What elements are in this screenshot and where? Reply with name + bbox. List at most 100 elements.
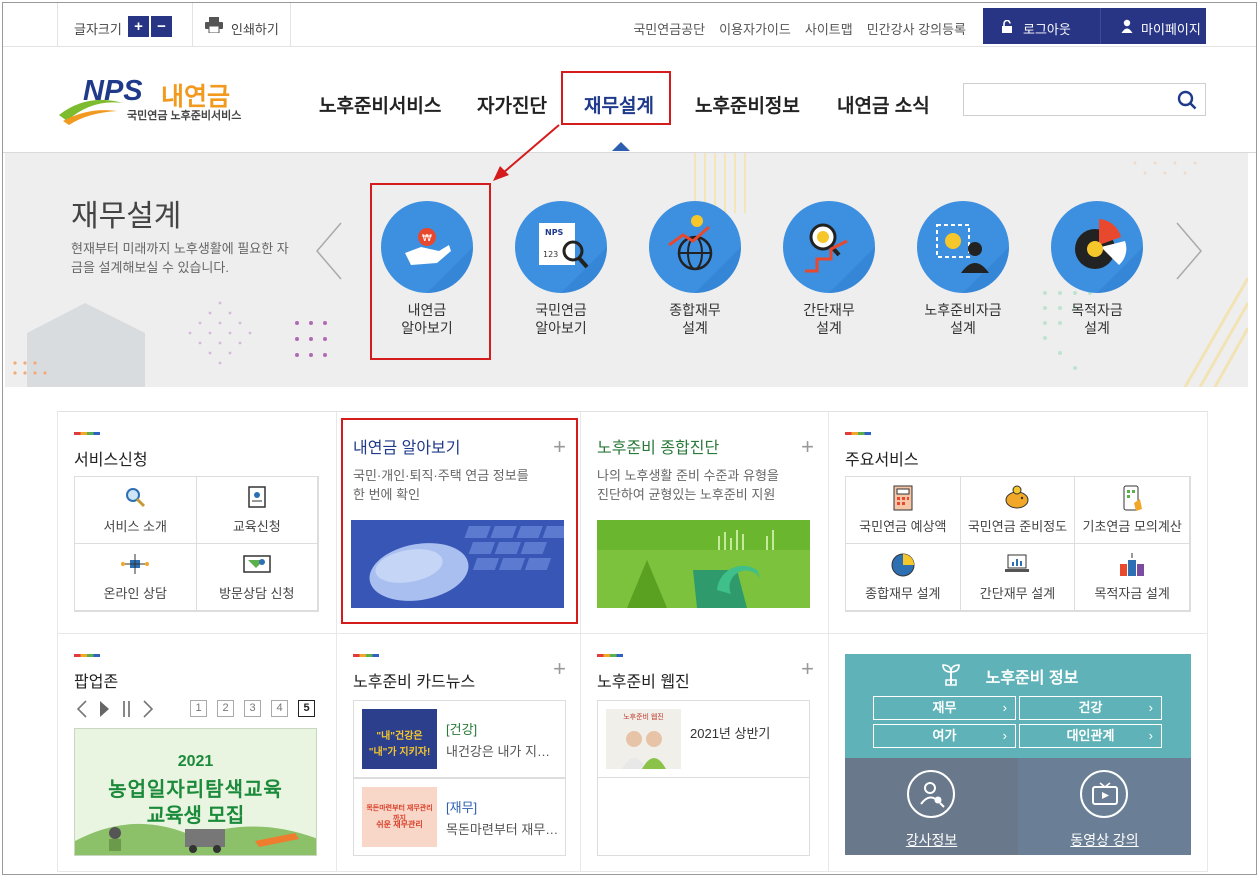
- font-increase-button[interactable]: +: [128, 16, 149, 37]
- pie-coin-icon: [1051, 201, 1143, 293]
- svc-national-pension[interactable]: NPS 123 국민연금 알아보기: [515, 201, 607, 337]
- plus-icon[interactable]: +: [553, 656, 566, 682]
- svc-purpose-fund-planning[interactable]: 목적자금 설계: [1051, 201, 1143, 337]
- svc-simple-planning[interactable]: 간단재무 설계: [783, 201, 875, 337]
- popup-banner[interactable]: 2021 농업일자리탐색교육 교육생 모집: [74, 728, 317, 856]
- nav-self-diagnosis[interactable]: 자가진단: [477, 91, 547, 118]
- instructor-info-button[interactable]: 강사정보: [845, 758, 1018, 855]
- popup-page-1[interactable]: 1: [190, 700, 207, 717]
- highlight-box-nav: [561, 71, 671, 125]
- popup-page-4[interactable]: 4: [271, 700, 288, 717]
- popup-banner-line2: 교육생 모집: [146, 805, 245, 827]
- network-icon: [121, 554, 150, 574]
- magnifier-chart-icon: [783, 201, 875, 293]
- cardnews-item[interactable]: "내"건강은 "내"가 지키자! [건강] 내건강은 내가 지…: [353, 700, 566, 778]
- webzine-empty-slot: [597, 778, 810, 856]
- pie-chart-icon: [891, 553, 915, 577]
- nps-magnifier-icon: NPS 123: [515, 201, 607, 293]
- svc-label-line2: 설계: [950, 320, 976, 336]
- plus-icon[interactable]: +: [801, 656, 814, 682]
- info-health-button[interactable]: 건강 ›: [1019, 696, 1162, 720]
- person-search-icon: [920, 782, 945, 808]
- webzine-text: 2021년 상반기: [690, 726, 771, 741]
- color-bar: [597, 654, 623, 657]
- card-title: 노후준비 종합진단: [597, 440, 720, 457]
- nav-news[interactable]: 내연금 소식: [837, 91, 930, 118]
- info-relations-button[interactable]: 대인관계 ›: [1019, 724, 1162, 748]
- plus-icon[interactable]: +: [801, 434, 814, 460]
- chevron-left-icon[interactable]: [313, 221, 345, 281]
- simple-planning-button[interactable]: 간단재무 설계: [960, 544, 1076, 611]
- font-size-label: 글자크기: [74, 22, 122, 37]
- svg-text:NPS: NPS: [545, 228, 564, 237]
- search-input[interactable]: [963, 83, 1206, 116]
- font-decrease-button[interactable]: −: [151, 16, 172, 37]
- logo-subtitle: 국민연금 노후준비서비스: [127, 110, 242, 122]
- phone-calc-icon: [1123, 485, 1143, 511]
- prev-icon[interactable]: [76, 700, 88, 718]
- popup-page-5[interactable]: 5: [298, 700, 315, 717]
- main-services-section: 주요서비스 국민연금 예상액 국민연금 준비정도 기초연금 모의계산 종합재무 …: [829, 412, 1208, 634]
- link-nps[interactable]: 국민연금공단: [633, 19, 705, 38]
- svc-retirement-fund-planning[interactable]: 노후준비자금 설계: [917, 201, 1009, 337]
- cardnews-category: [재무]: [446, 800, 478, 815]
- svc-label-line1: 종합재무: [669, 302, 721, 318]
- comprehensive-planning-button[interactable]: 종합재무 설계: [846, 544, 961, 611]
- piggy-bank-icon: [1005, 485, 1029, 509]
- print-button[interactable]: 인쇄하기: [192, 3, 292, 47]
- globe-chart-icon: [649, 201, 741, 293]
- section-title: 팝업존: [74, 674, 119, 691]
- service-intro-button[interactable]: 서비스 소개: [75, 477, 197, 544]
- next-icon[interactable]: [142, 700, 154, 718]
- pension-readiness-button[interactable]: 국민연금 준비정도: [960, 477, 1076, 544]
- info-leisure-button[interactable]: 여가 ›: [873, 724, 1016, 748]
- main-services-grid: 국민연금 예상액 국민연금 준비정도 기초연금 모의계산 종합재무 설계 간단재…: [845, 476, 1191, 612]
- webzine-item[interactable]: 노후준비 웹진 2021년 상반기: [597, 700, 810, 778]
- search-icon[interactable]: [1177, 90, 1197, 110]
- webzine-thumb: 노후준비 웹진: [606, 709, 681, 769]
- chevron-right-icon[interactable]: [1173, 221, 1205, 281]
- site-logo[interactable]: NPS 내연금 국민연금 노후준비서비스: [57, 75, 247, 125]
- laptop-icon: [1005, 554, 1030, 572]
- info-finance-button[interactable]: 재무 ›: [873, 696, 1016, 720]
- mypage-button[interactable]: 마이페이지: [1100, 8, 1206, 44]
- financial-planning-banner: 재무설계 현재부터 미래까지 노후생활에 필요한 자금을 설계해보실 수 있습니…: [5, 153, 1248, 387]
- video-lecture-button[interactable]: 동영상 강의: [1018, 758, 1191, 855]
- retirement-diagnosis-card[interactable]: 노후준비 종합진단 + 나의 노후생활 준비 수준과 유형을 진단하여 균형있는 …: [581, 412, 829, 634]
- svc-comprehensive-planning[interactable]: 종합재무 설계: [649, 201, 741, 337]
- link-instructor-register[interactable]: 민간강사 강의등록: [867, 19, 966, 38]
- education-apply-button[interactable]: 교육신청: [196, 477, 318, 544]
- basic-pension-calc-button[interactable]: 기초연금 모의계산: [1075, 477, 1190, 544]
- svc-label-line2: 알아보기: [535, 320, 587, 336]
- service-apply-section: 서비스신청 서비스 소개 교육신청 온라인 상담 방문상담 신청: [57, 412, 337, 634]
- content-grid: 서비스신청 서비스 소개 교육신청 온라인 상담 방문상담 신청 내연금 알아보…: [57, 411, 1208, 872]
- pension-estimate-button[interactable]: 국민연금 예상액: [846, 477, 961, 544]
- popup-page-2[interactable]: 2: [217, 700, 234, 717]
- nav-retirement-service[interactable]: 노후준비서비스: [319, 91, 441, 118]
- visit-consult-button[interactable]: 방문상담 신청: [196, 544, 318, 611]
- banner-description: 현재부터 미래까지 노후생활에 필요한 자금을 설계해보실 수 있습니다.: [71, 241, 289, 275]
- cardnews-item[interactable]: 목돈마련부터 재무관리까지 쉬운 재무관리 [재무] 목돈마련부터 재무…: [353, 778, 566, 856]
- mypage-label: 마이페이지: [1141, 22, 1201, 37]
- link-user-guide[interactable]: 이용자가이드: [719, 19, 791, 38]
- purpose-fund-button[interactable]: 목적자금 설계: [1075, 544, 1190, 611]
- cardnews-text: 목돈마련부터 재무…: [446, 822, 559, 837]
- calculator-icon: [893, 485, 913, 511]
- nav-retirement-info[interactable]: 노후준비정보: [695, 91, 800, 118]
- card-description: 나의 노후생활 준비 수준과 유형을 진단하여 균형있는 노후준비 지원: [597, 468, 779, 502]
- cardnews-text: 내건강은 내가 지…: [446, 744, 550, 759]
- pause-icon[interactable]: [122, 700, 132, 718]
- chevron-right-icon: ›: [1002, 700, 1007, 715]
- webzine-section: 노후준비 웹진 + 노후준비 웹진 2021년 상반기: [581, 634, 829, 872]
- cardnews-section: 노후준비 카드뉴스 + "내"건강은 "내"가 지키자! [건강] 내건강은 내…: [337, 634, 581, 872]
- section-title: 서비스신청: [74, 452, 148, 469]
- popup-banner-line1: 농업일자리탐색교육: [108, 779, 283, 801]
- logout-button[interactable]: 로그아웃: [983, 8, 1100, 44]
- font-size-control: 글자크기 + − 인쇄하기: [57, 3, 291, 47]
- popup-page-3[interactable]: 3: [244, 700, 261, 717]
- color-bar: [353, 654, 379, 657]
- link-sitemap[interactable]: 사이트맵: [805, 19, 853, 38]
- online-consult-button[interactable]: 온라인 상담: [75, 544, 197, 611]
- play-icon[interactable]: [98, 700, 110, 718]
- active-nav-caret: [612, 142, 630, 151]
